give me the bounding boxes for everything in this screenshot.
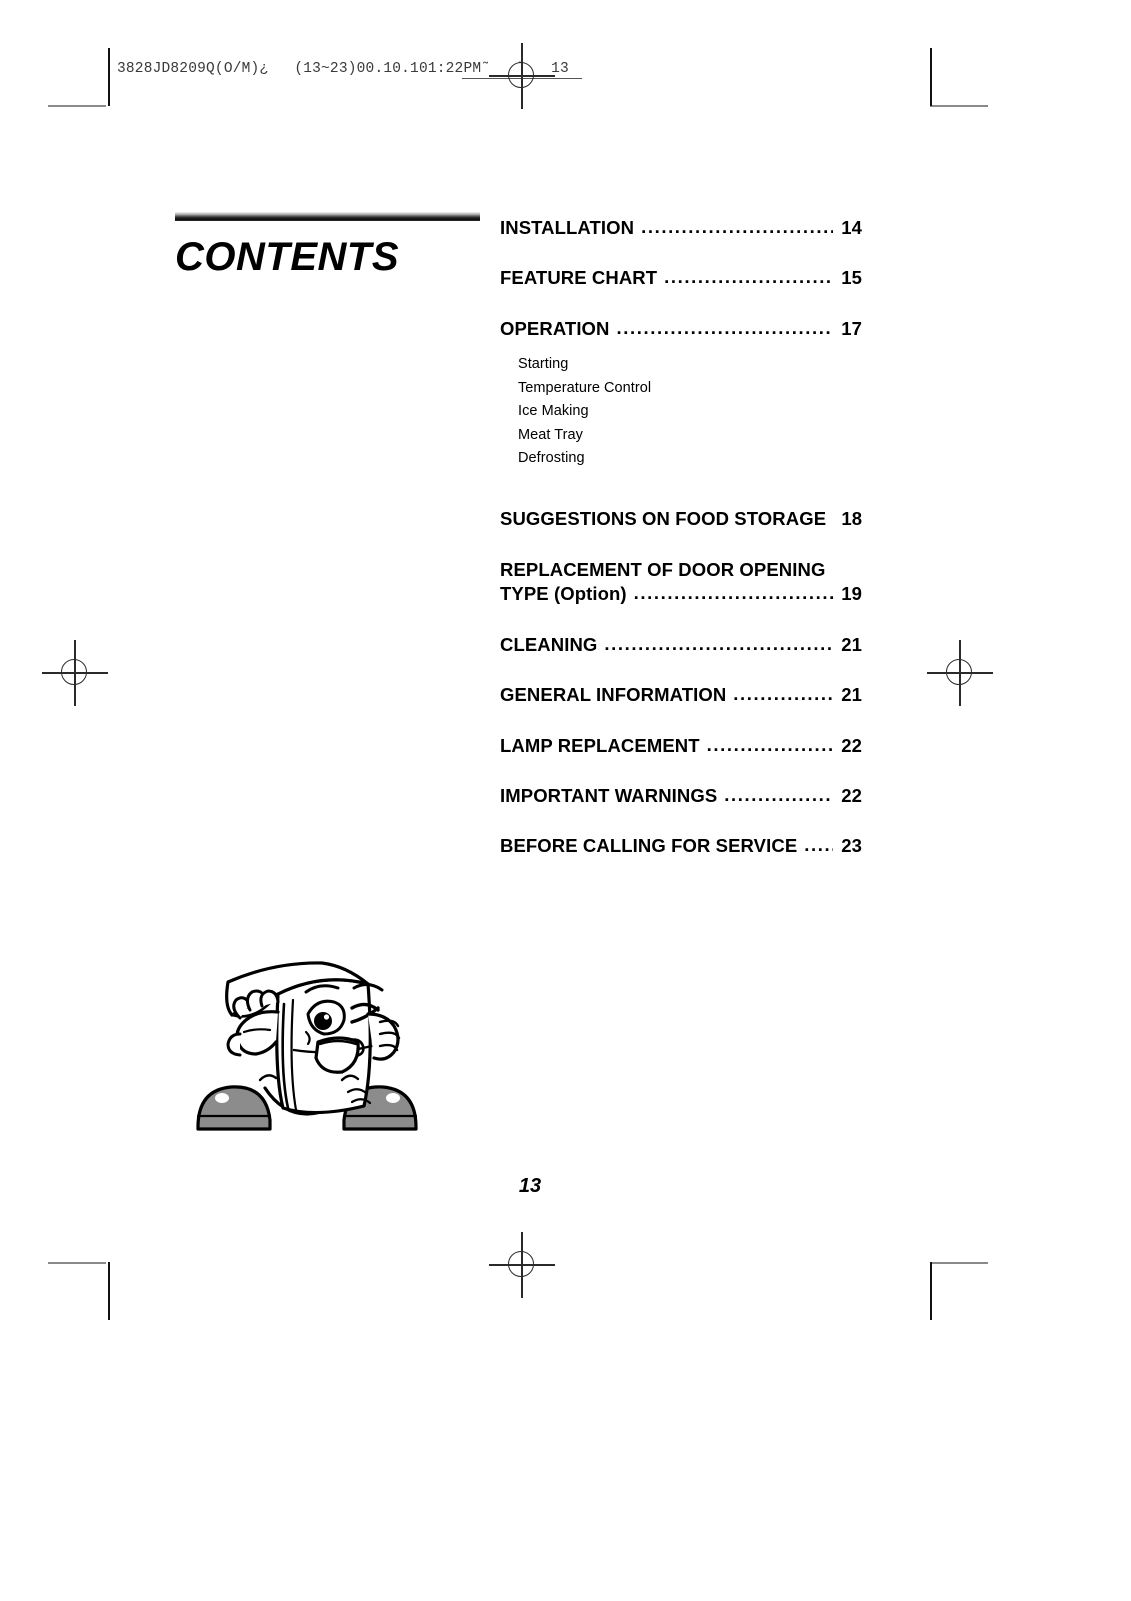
- toc-label: BEFORE CALLING FOR SERVICE: [500, 835, 798, 857]
- toc-leader: ........................................…: [616, 316, 833, 338]
- table-of-contents: INSTALLATION ...........................…: [500, 216, 862, 859]
- contents-gradient-rule: [175, 212, 480, 221]
- toc-label-line-2: TYPE (Option): [500, 583, 627, 605]
- toc-leader: .......................: [733, 683, 833, 705]
- toc-leader: ........................: [724, 784, 833, 806]
- left-shoe: [196, 1085, 272, 1131]
- right-shoe-highlight: [386, 1093, 400, 1103]
- toc-leader: ....................................: [664, 266, 833, 288]
- toc-subitem[interactable]: Starting: [518, 353, 862, 376]
- toc-label: CLEANING: [500, 633, 598, 655]
- toc-entry-installation[interactable]: INSTALLATION ...........................…: [500, 216, 862, 240]
- toc-entry-suggestions-on-food-storage[interactable]: SUGGESTIONS ON FOOD STORAGE .... 18: [500, 507, 862, 531]
- toc-page-number: 18: [841, 507, 863, 529]
- toc-page-number: 17: [841, 317, 862, 339]
- toc-label: IMPORTANT WARNINGS: [500, 785, 718, 807]
- registration-mark-ring: [508, 62, 534, 88]
- toc-label: FEATURE CHART: [500, 267, 658, 289]
- toc-label: OPERATION: [500, 317, 610, 339]
- registration-mark-ring: [946, 659, 972, 685]
- left-thumb: [226, 1032, 242, 1057]
- toc-subitem[interactable]: Defrosting: [518, 447, 862, 470]
- toc-entry-before-calling-for-service[interactable]: BEFORE CALLING FOR SERVICE ......... 23: [500, 834, 862, 858]
- toc-subitem[interactable]: Meat Tray: [518, 424, 862, 447]
- registration-mark-top: [489, 43, 555, 109]
- toc-page-number: 21: [841, 684, 862, 706]
- toc-leader: ........................................…: [604, 632, 833, 654]
- left-ankle-crease: [258, 1074, 278, 1082]
- crop-mark-top-right-vertical: [930, 48, 932, 106]
- crop-mark-bottom-right-horizontal: [930, 1262, 988, 1264]
- crop-mark-bottom-left-horizontal: [48, 1262, 106, 1264]
- toc-entry-replacement-of-door-opening-type[interactable]: REPLACEMENT OF DOOR OPENING TYPE (Option…: [500, 558, 862, 607]
- crop-mark-top-left-vertical: [108, 48, 110, 106]
- toc-page-number: 15: [841, 267, 862, 289]
- left-eye-glint: [323, 1014, 330, 1020]
- crop-mark-bottom-right-vertical: [930, 1262, 932, 1320]
- crop-mark-top-left-horizontal: [48, 105, 106, 107]
- left-hand-finger-3: [259, 989, 280, 1008]
- toc-subitem[interactable]: Ice Making: [518, 400, 862, 423]
- toc-entry-feature-chart[interactable]: FEATURE CHART ..........................…: [500, 266, 862, 290]
- toc-entry-cleaning[interactable]: CLEANING ...............................…: [500, 633, 862, 657]
- toc-leader: ........................................…: [633, 582, 833, 604]
- toc-entry-important-warnings[interactable]: IMPORTANT WARNINGS .....................…: [500, 784, 862, 808]
- toc-leader: ........................................: [641, 216, 833, 237]
- toc-leader: .........: [804, 834, 833, 856]
- toc-subitem-list-operation: Starting Temperature Control Ice Making …: [518, 353, 862, 470]
- toc-entry-operation[interactable]: OPERATION ..............................…: [500, 317, 862, 471]
- toc-page-number: 21: [841, 633, 862, 655]
- toc-page-number: 23: [841, 835, 862, 857]
- toc-page-number: 22: [841, 785, 862, 807]
- left-shoe-highlight: [215, 1093, 229, 1103]
- print-header-job-code: 3828JD8209Q(O/M)¿: [117, 61, 269, 77]
- toc-entry-lamp-replacement[interactable]: LAMP REPLACEMENT .......................…: [500, 734, 862, 758]
- crop-mark-bottom-left-vertical: [108, 1262, 110, 1320]
- page-title: CONTENTS: [175, 235, 399, 279]
- registration-mark-left: [42, 640, 108, 706]
- toc-leader: ............................: [706, 733, 833, 755]
- toc-subitem[interactable]: Temperature Control: [518, 377, 862, 400]
- toc-entry-general-information[interactable]: GENERAL INFORMATION ....................…: [500, 683, 862, 707]
- crop-mark-top-right-horizontal: [930, 105, 988, 107]
- toc-label-line-1: REPLACEMENT OF DOOR OPENING: [500, 559, 826, 581]
- footer-page-number: 13: [518, 1175, 542, 1197]
- registration-mark-ring: [508, 1251, 534, 1277]
- left-arm: [235, 1010, 280, 1056]
- toc-page-number: 14: [841, 217, 862, 238]
- refrigerator-mascot-illustration: [182, 922, 432, 1137]
- toc-label: LAMP REPLACEMENT: [500, 734, 700, 756]
- toc-page-number: 22: [841, 734, 862, 756]
- toc-label: SUGGESTIONS ON FOOD STORAGE: [500, 507, 827, 529]
- contents-heading-block: CONTENTS: [175, 212, 480, 277]
- left-eye-pupil: [314, 1012, 332, 1030]
- toc-page-number: 19: [841, 583, 862, 605]
- registration-mark-ring: [61, 659, 87, 685]
- print-header-timestamp: (13~23)00.10.101:22PM˜: [294, 61, 491, 77]
- toc-label: INSTALLATION: [500, 217, 635, 238]
- registration-mark-bottom: [489, 1232, 555, 1298]
- registration-mark-right: [927, 640, 993, 706]
- toc-label: GENERAL INFORMATION: [500, 684, 727, 706]
